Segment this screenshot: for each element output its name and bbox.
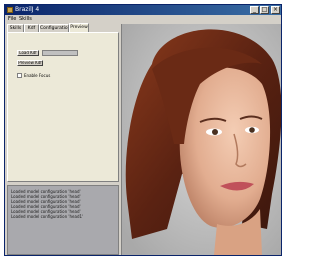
enable-focus-label: Enable Focus bbox=[24, 73, 51, 78]
menu-bar: File Skills bbox=[5, 15, 281, 23]
load-kdf-button[interactable]: Load Kdf bbox=[17, 50, 39, 56]
3d-viewport[interactable] bbox=[121, 24, 281, 255]
log-output[interactable]: Loaded model configuration 'head' Loaded… bbox=[7, 185, 119, 255]
kdf-path-field[interactable] bbox=[42, 50, 78, 56]
app-icon bbox=[7, 7, 13, 13]
bottom-border bbox=[4, 256, 282, 260]
tab-skills[interactable]: Skills bbox=[7, 24, 24, 32]
preview-kdf-button[interactable]: Preview Kdf bbox=[17, 60, 43, 66]
maximize-icon[interactable]: □ bbox=[260, 6, 269, 14]
menu-file[interactable]: File bbox=[8, 16, 16, 22]
app-window: BrazilJ 4 _ □ × File Skills Skills Kdf C… bbox=[4, 4, 282, 256]
tab-preview[interactable]: Preview bbox=[69, 23, 89, 32]
tab-kdf[interactable]: Kdf bbox=[24, 24, 39, 32]
window-title: BrazilJ 4 bbox=[15, 6, 40, 13]
control-panel: Skills Kdf Configuration Preview Load Kd… bbox=[7, 23, 119, 184]
enable-focus-checkbox[interactable] bbox=[17, 73, 22, 78]
preview-tab-panel: Load Kdf Preview Kdf Enable Focus bbox=[7, 32, 119, 182]
close-icon[interactable]: × bbox=[271, 6, 280, 14]
head-render bbox=[122, 24, 281, 255]
menu-skills[interactable]: Skills bbox=[19, 16, 32, 22]
minimize-icon[interactable]: _ bbox=[250, 6, 259, 14]
title-bar[interactable]: BrazilJ 4 _ □ × bbox=[5, 5, 281, 15]
tab-configuration[interactable]: Configuration bbox=[39, 24, 69, 32]
log-line: Loaded model configuration 'head1' bbox=[11, 214, 84, 219]
